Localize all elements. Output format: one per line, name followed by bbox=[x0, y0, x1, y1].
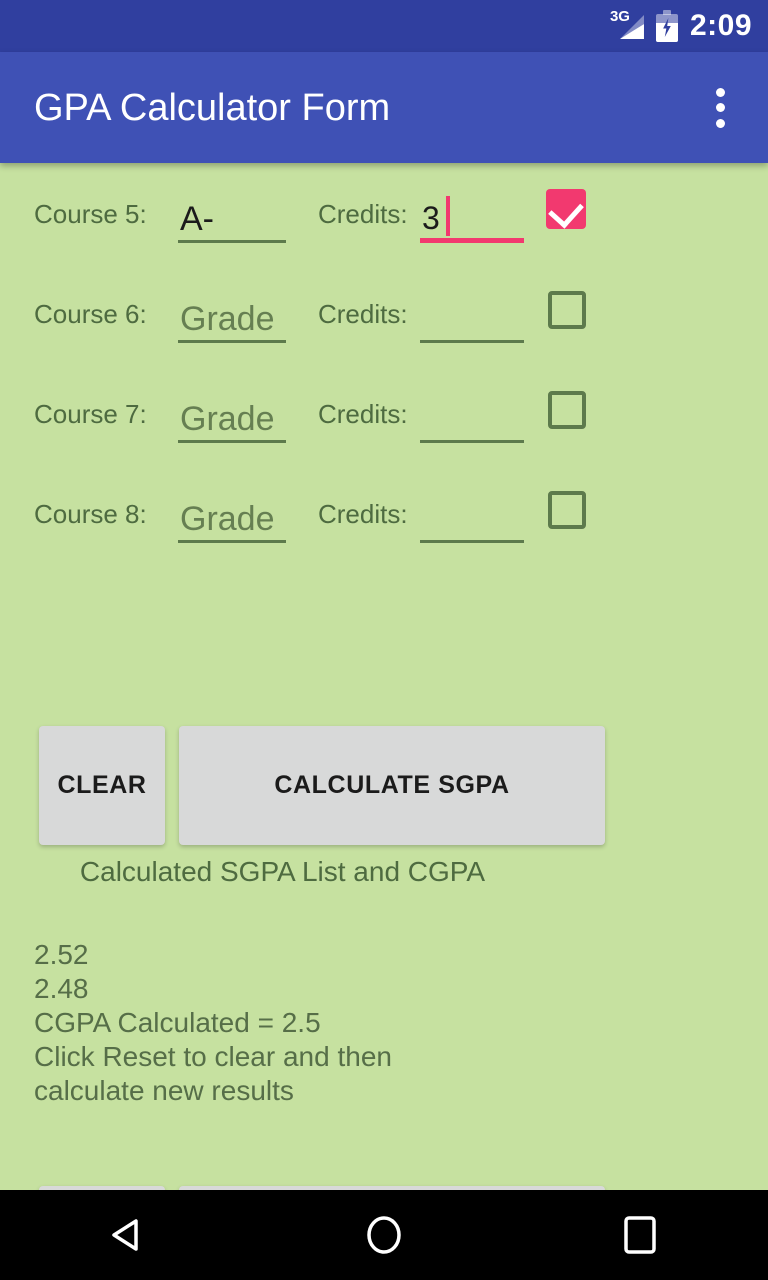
credits-input-6[interactable] bbox=[420, 287, 524, 343]
home-circle-icon bbox=[367, 1216, 401, 1254]
android-nav-bar bbox=[0, 1190, 768, 1280]
overflow-dot bbox=[715, 87, 725, 97]
course-label-6: Course 6: bbox=[34, 299, 147, 329]
course-row-6: Course 6: Grade Credits: bbox=[0, 273, 768, 373]
course-checkbox-7[interactable] bbox=[548, 391, 586, 429]
recents-square-icon bbox=[624, 1216, 656, 1254]
result-line: Click Reset to clear and then bbox=[34, 1041, 392, 1072]
back-triangle-icon bbox=[112, 1219, 138, 1251]
battery-charging-icon bbox=[655, 10, 678, 42]
overflow-menu-icon[interactable] bbox=[700, 85, 740, 131]
credits-input-7[interactable] bbox=[420, 387, 524, 443]
results-title: Calculated SGPA List and CGPA bbox=[79, 856, 486, 887]
calculate-sgpa-button[interactable]: CALCULATE SGPA bbox=[179, 726, 605, 845]
credits-input-5[interactable]: 3 bbox=[420, 187, 524, 243]
signal-triangle-icon: 3G bbox=[610, 9, 644, 41]
phone-screen: 3G 2:09 GPA Calculator Form Course 5: A-… bbox=[0, 0, 768, 1280]
credits-label-5: Credits: bbox=[318, 199, 408, 229]
clear-button[interactable]: CLEAR bbox=[39, 726, 165, 845]
status-bar-items: 3G 2:09 bbox=[610, 9, 752, 42]
course-label-5: Course 5: bbox=[34, 199, 147, 229]
result-line: CGPA Calculated = 2.5 bbox=[34, 1007, 321, 1038]
course-label-8: Course 8: bbox=[34, 499, 147, 529]
status-bar: 3G 2:09 bbox=[0, 0, 768, 52]
nav-home-button[interactable] bbox=[324, 1190, 444, 1280]
text-cursor bbox=[446, 196, 450, 236]
course-label-7: Course 7: bbox=[34, 399, 147, 429]
course-row-8: Course 8: Grade Credits: bbox=[0, 473, 768, 573]
course-checkbox-6[interactable] bbox=[548, 291, 586, 329]
status-bar-clock: 2:09 bbox=[689, 9, 752, 42]
grade-input-8[interactable]: Grade bbox=[178, 487, 286, 543]
results-text: 2.52 2.48 CGPA Calculated = 2.5 Click Re… bbox=[34, 938, 554, 1108]
credits-label-6: Credits: bbox=[318, 299, 408, 329]
grade-value-8: Grade bbox=[180, 500, 275, 538]
course-row-7: Course 7: Grade Credits: bbox=[0, 373, 768, 473]
grade-value-5: A- bbox=[180, 200, 214, 238]
form-content: Course 5: A- Credits: 3 Course 6: Grade … bbox=[0, 163, 768, 1280]
grade-input-7[interactable]: Grade bbox=[178, 387, 286, 443]
page-title: GPA Calculator Form bbox=[34, 86, 391, 129]
nav-recents-button[interactable] bbox=[580, 1190, 700, 1280]
credits-label-8: Credits: bbox=[318, 499, 408, 529]
credits-label-7: Credits: bbox=[318, 399, 408, 429]
result-line: 2.52 bbox=[34, 939, 89, 970]
credits-input-8[interactable] bbox=[420, 487, 524, 543]
grade-value-6: Grade bbox=[180, 300, 275, 338]
course-checkbox-8[interactable] bbox=[548, 491, 586, 529]
grade-value-7: Grade bbox=[180, 400, 275, 438]
app-bar: GPA Calculator Form bbox=[0, 52, 768, 163]
grade-input-5[interactable]: A- bbox=[178, 187, 286, 243]
result-line: calculate new results bbox=[34, 1075, 294, 1106]
overflow-dot bbox=[715, 103, 725, 112]
result-line: 2.48 bbox=[34, 973, 89, 1004]
overflow-dot bbox=[715, 118, 725, 128]
course-checkbox-5[interactable] bbox=[546, 189, 586, 229]
credits-value-5: 3 bbox=[422, 200, 440, 236]
grade-input-6[interactable]: Grade bbox=[178, 287, 286, 343]
course-row-5: Course 5: A- Credits: 3 bbox=[0, 173, 768, 273]
nav-back-button[interactable] bbox=[68, 1190, 188, 1280]
